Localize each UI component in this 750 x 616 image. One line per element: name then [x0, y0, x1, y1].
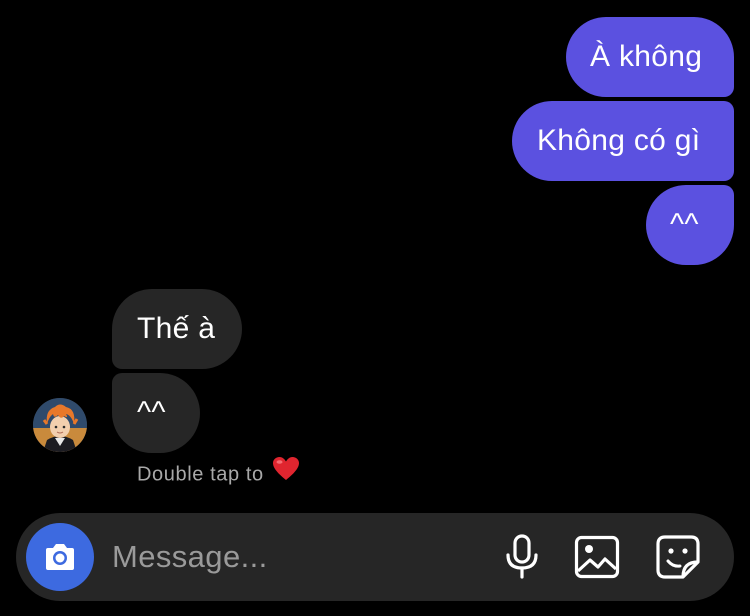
message-text: ^^	[137, 396, 166, 429]
double-tap-hint: Double tap to	[137, 457, 300, 490]
camera-button[interactable]	[26, 523, 94, 591]
sticker-icon	[656, 535, 700, 579]
message-text: Thế à	[137, 312, 216, 345]
sticker-button[interactable]	[654, 533, 702, 581]
received-message-bubble[interactable]: ^^	[112, 373, 200, 453]
camera-icon	[46, 544, 74, 570]
message-text: Không có gì	[537, 124, 701, 157]
microphone-icon	[506, 534, 538, 579]
sent-message-bubble[interactable]: ^^	[646, 185, 734, 265]
message-text: À không	[590, 40, 703, 73]
double-tap-text: Double tap to	[137, 463, 264, 486]
heart-icon	[272, 456, 300, 490]
message-composer	[16, 513, 734, 601]
sent-message-bubble[interactable]: À không	[566, 17, 734, 97]
received-message-bubble[interactable]: Thế à	[112, 289, 242, 369]
avatar[interactable]	[33, 398, 87, 452]
gallery-button[interactable]	[573, 533, 621, 581]
message-text: ^^	[670, 208, 699, 241]
message-input[interactable]	[112, 529, 482, 585]
avatar-image	[33, 398, 87, 452]
sent-message-bubble[interactable]: Không có gì	[512, 101, 734, 181]
microphone-button[interactable]	[498, 533, 546, 581]
gallery-icon	[574, 535, 620, 579]
